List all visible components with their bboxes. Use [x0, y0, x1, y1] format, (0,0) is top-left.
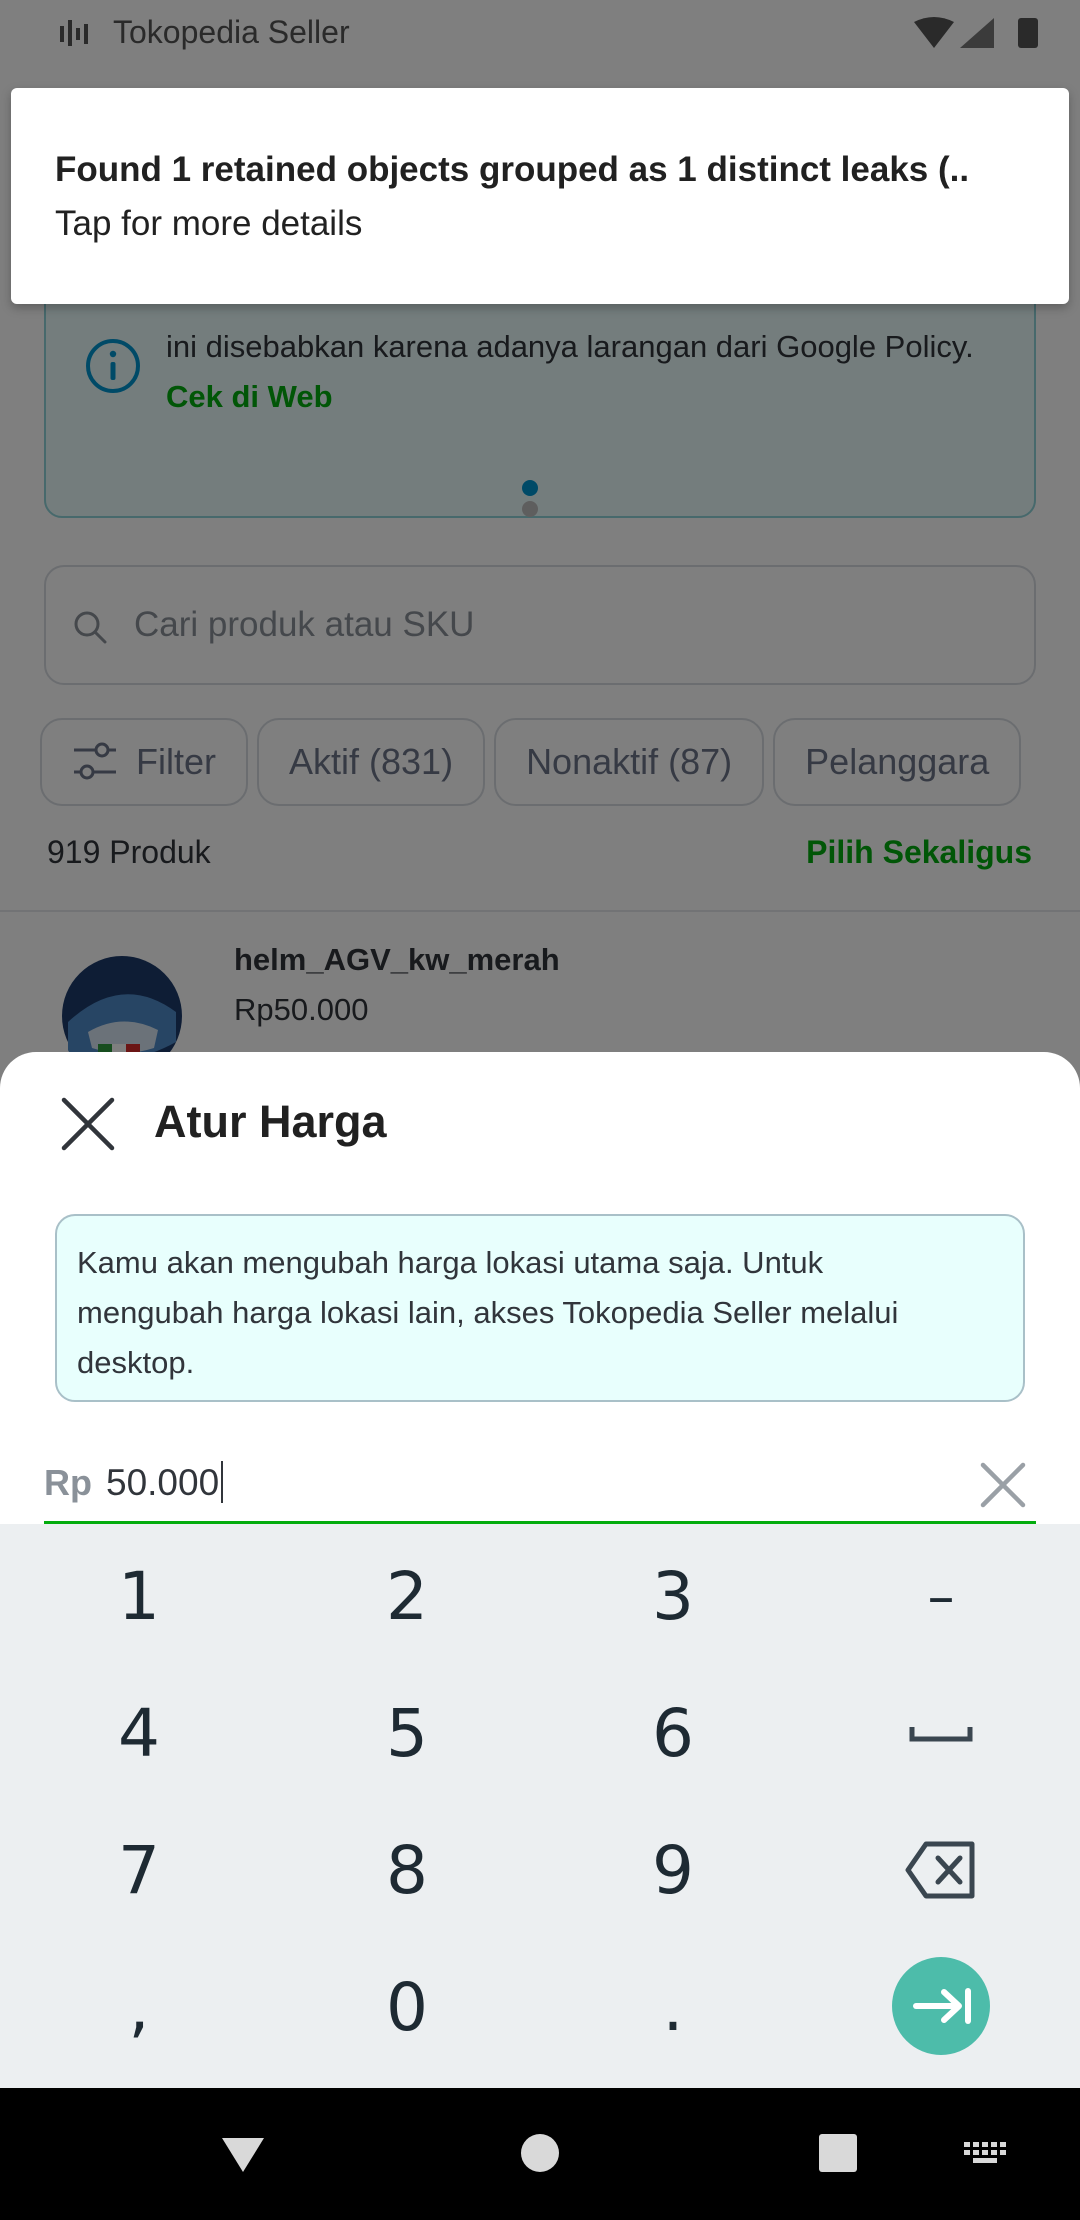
notice-text: Kamu akan mengubah harga lokasi utama sa… — [77, 1245, 899, 1380]
next-field-button[interactable] — [892, 1957, 990, 2055]
key-comma[interactable]: , — [4, 1939, 274, 2076]
home-icon[interactable] — [515, 2128, 565, 2178]
notification-title: Found 1 retained objects grouped as 1 di… — [55, 150, 970, 189]
key-5[interactable]: 5 — [272, 1665, 542, 1802]
price-input[interactable]: Rp 50.000 — [44, 1452, 1036, 1524]
space-bar-icon — [909, 1727, 973, 1742]
system-nav-bar — [0, 2088, 1080, 2220]
key-2[interactable]: 2 — [272, 1528, 542, 1665]
location-price-notice: Kamu akan mengubah harga lokasi utama sa… — [55, 1214, 1025, 1402]
key-0[interactable]: 0 — [272, 1939, 542, 2076]
close-icon[interactable] — [58, 1094, 118, 1154]
key-6[interactable]: 6 — [538, 1665, 808, 1802]
price-value-text: 50.000 — [106, 1462, 220, 1503]
key-1[interactable]: 1 — [4, 1528, 274, 1665]
back-icon[interactable] — [218, 2128, 268, 2178]
price-value[interactable]: 50.000 — [106, 1461, 224, 1504]
key-8[interactable]: 8 — [272, 1802, 542, 1939]
key-3[interactable]: 3 — [538, 1528, 808, 1665]
leak-notification[interactable]: Found 1 retained objects grouped as 1 di… — [11, 88, 1069, 304]
sheet-title: Atur Harga — [154, 1096, 387, 1147]
set-price-bottom-sheet: Atur Harga Kamu akan mengubah harga loka… — [0, 1052, 1080, 1524]
key-space[interactable] — [806, 1665, 1076, 1802]
key-9[interactable]: 9 — [538, 1802, 808, 1939]
key-minus[interactable]: – — [806, 1528, 1076, 1665]
tab-next-icon — [913, 1988, 971, 2024]
recents-icon[interactable] — [813, 2128, 863, 2178]
notification-subtitle: Tap for more details — [55, 204, 363, 243]
key-7[interactable]: 7 — [4, 1802, 274, 1939]
key-4[interactable]: 4 — [4, 1665, 274, 1802]
keyboard-switch-icon[interactable] — [962, 2128, 1012, 2178]
numeric-keyboard: 1 2 3 – 4 5 6 7 8 9 , 0 . — [0, 1524, 1080, 2088]
text-cursor — [221, 1461, 224, 1504]
key-backspace[interactable] — [806, 1802, 1076, 1939]
key-period[interactable]: . — [538, 1939, 808, 2076]
backspace-icon — [905, 1841, 975, 1899]
clear-input-icon[interactable] — [978, 1460, 1028, 1510]
currency-prefix: Rp — [44, 1462, 92, 1503]
